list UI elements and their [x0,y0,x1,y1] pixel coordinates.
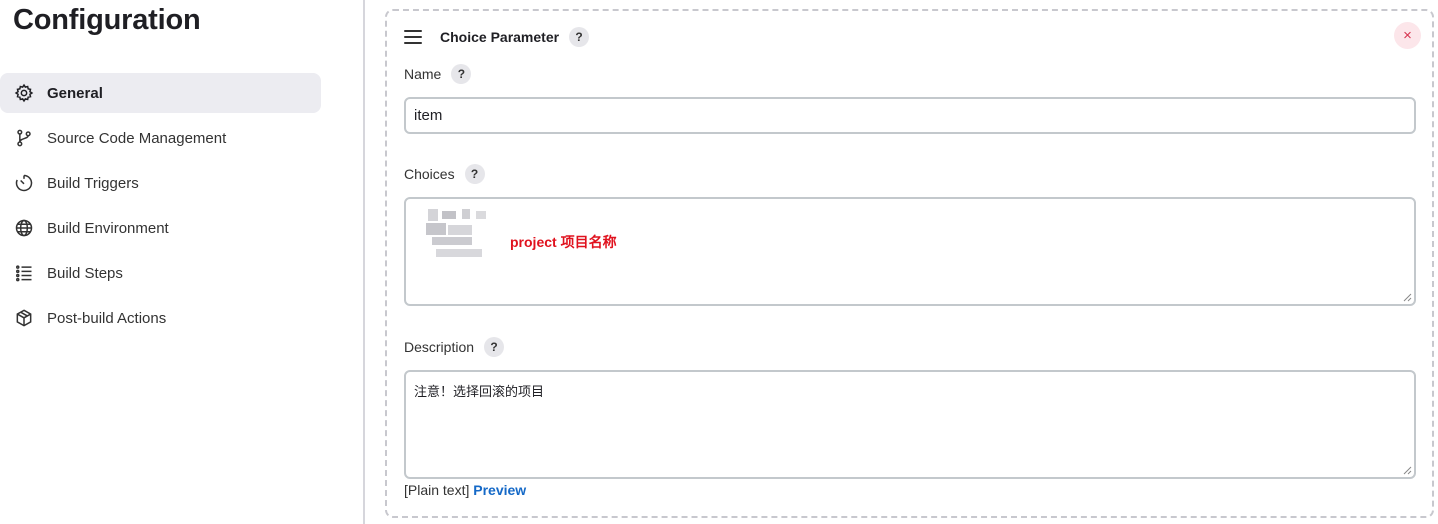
help-icon[interactable]: ? [451,64,472,84]
description-label-row: Description ? [404,337,505,357]
sidebar-divider [363,0,365,524]
format-text: [Plain text] [404,482,470,498]
sidebar-item-source-code-management[interactable]: Source Code Management [0,118,321,158]
help-icon[interactable]: ? [464,164,485,184]
sidebar-nav: General Source Code Management Build Tri… [0,73,321,343]
choices-textarea[interactable]: project 项目名称 [404,197,1416,306]
globe-icon [13,217,35,239]
sidebar-item-label: Build Steps [47,264,123,282]
page-title: Configuration [13,4,201,36]
preview-link[interactable]: Preview [473,482,526,498]
sidebar-item-label: General [47,84,103,102]
sidebar-item-label: Build Triggers [47,174,139,192]
name-label: Name [404,66,442,82]
list-icon [13,262,35,284]
choices-label-row: Choices ? [404,164,485,184]
sidebar-item-label: Post-build Actions [47,309,167,327]
sidebar-item-label: Build Environment [47,219,169,237]
sidebar-item-label: Source Code Management [47,129,227,147]
choice-parameter-panel: Choice Parameter ? × Name ? item Choices… [385,9,1434,518]
sidebar-item-build-steps[interactable]: Build Steps [0,253,321,293]
timer-icon [13,172,35,194]
help-icon[interactable]: ? [569,27,590,47]
resize-grip-icon[interactable] [1403,466,1412,475]
sidebar-item-build-environment[interactable]: Build Environment [0,208,321,248]
format-row: [Plain text] Preview [404,482,526,498]
sidebar-item-general[interactable]: General [0,73,321,113]
sidebar: Configuration General Source Code Manage… [0,0,363,524]
help-icon[interactable]: ? [484,337,505,357]
name-label-row: Name ? [404,64,472,84]
package-icon [13,307,35,329]
sidebar-item-post-build-actions[interactable]: Post-build Actions [0,298,321,338]
drag-handle-icon[interactable] [404,30,422,44]
redacted-content [418,207,488,263]
name-input[interactable]: item [404,97,1416,134]
panel-title: Choice Parameter [440,29,560,45]
choices-label: Choices [404,166,455,182]
description-value: 注意！选择回滚的项目 [414,384,545,399]
close-icon[interactable]: × [1394,22,1421,49]
description-textarea[interactable]: 注意！选择回滚的项目 [404,370,1416,479]
resize-grip-icon[interactable] [1403,293,1412,302]
choices-annotation: project 项目名称 [510,234,617,250]
sidebar-item-build-triggers[interactable]: Build Triggers [0,163,321,203]
panel-header: Choice Parameter ? [404,26,590,48]
branch-icon [13,127,35,149]
gear-icon [13,82,35,104]
description-label: Description [404,339,475,355]
